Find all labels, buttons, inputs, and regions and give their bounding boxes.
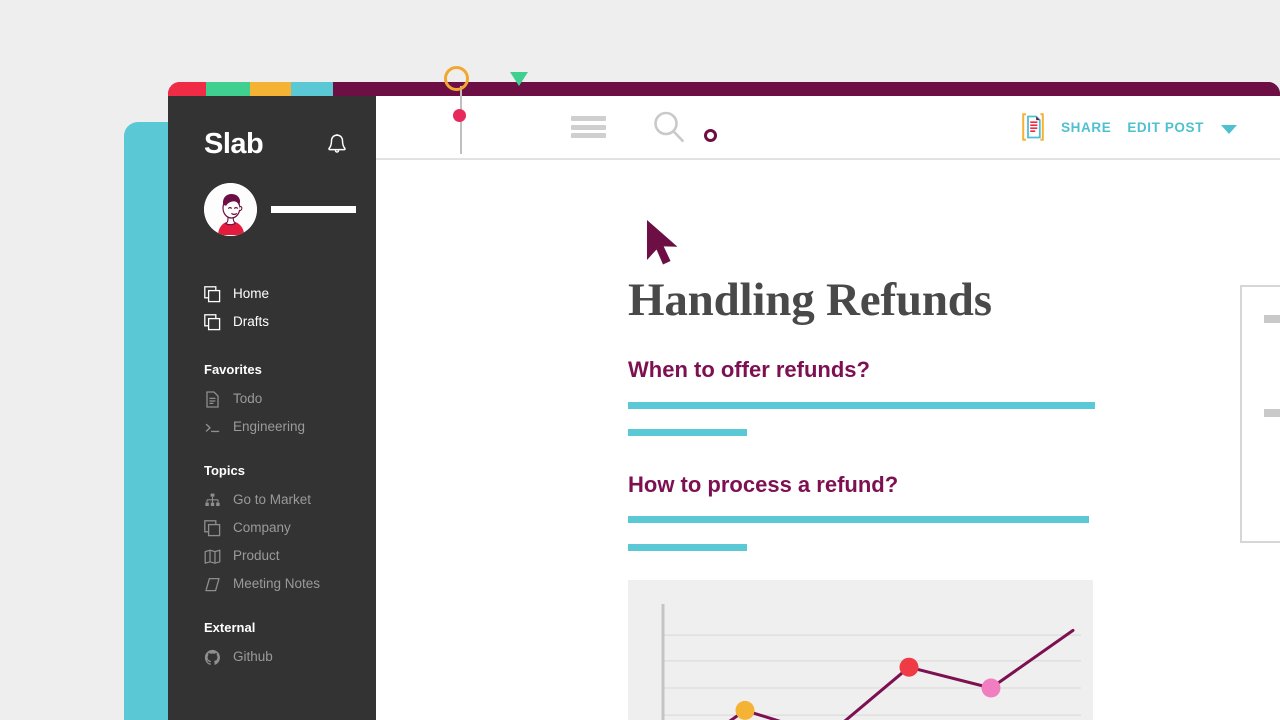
screen: Slab — [0, 0, 1280, 720]
copy-icon — [204, 314, 221, 331]
window-color-strip — [168, 82, 1280, 96]
sidebar-section-external: External — [168, 620, 376, 635]
copy-icon — [204, 286, 221, 303]
sidebar-item-go-to-market[interactable]: Go to Market — [168, 486, 376, 514]
red-point — [900, 658, 919, 677]
sidebar-item-label: Drafts — [233, 315, 269, 329]
text-placeholder-line — [628, 429, 747, 436]
app-window: Slab — [168, 82, 1280, 720]
text-placeholder-line — [628, 402, 1095, 409]
sidebar-section-topics: Topics — [168, 463, 376, 478]
sidebar-item-engineering[interactable]: Engineering — [168, 413, 376, 441]
strip-segment-green — [206, 82, 250, 96]
chevron-down-icon[interactable] — [1220, 122, 1238, 133]
text-placeholder-line — [628, 516, 1089, 523]
edit-post-button[interactable]: EDIT POST — [1127, 120, 1204, 135]
annotation-dot-marker — [453, 109, 466, 122]
user-name-placeholder — [271, 206, 356, 213]
sidebar-item-github[interactable]: Github — [168, 643, 376, 671]
line-chart — [628, 580, 1093, 720]
copy-icon — [204, 520, 221, 537]
bell-icon[interactable] — [326, 133, 348, 157]
sidebar-item-label: Home — [233, 287, 269, 301]
sidebar-item-home[interactable]: Home — [168, 280, 376, 308]
strip-segment-cyan — [291, 82, 333, 96]
sidebar-item-label: Company — [233, 521, 291, 535]
orange-point — [736, 701, 755, 720]
outline-line — [1264, 315, 1280, 323]
sidebar-item-todo[interactable]: Todo — [168, 385, 376, 413]
user-profile[interactable] — [168, 159, 376, 236]
section-heading: How to process a refund? — [628, 472, 898, 498]
annotation-triangle-marker — [510, 72, 528, 86]
section-heading: When to offer refunds? — [628, 357, 870, 383]
strip-segment-red — [168, 82, 206, 96]
sidebar-item-label: Go to Market — [233, 493, 311, 507]
document-outline-preview[interactable] — [1240, 285, 1280, 543]
chart-card — [628, 580, 1093, 720]
sitemap-icon — [204, 492, 221, 509]
avatar — [204, 183, 257, 236]
strip-segment-orange — [250, 82, 291, 96]
sidebar-item-label: Product — [233, 549, 280, 563]
map-icon — [204, 548, 221, 565]
chart-line-series — [663, 630, 1073, 720]
page-title: Handling Refunds — [628, 273, 992, 327]
document-icon — [204, 391, 221, 408]
sidebar-item-meeting-notes[interactable]: Meeting Notes — [168, 570, 376, 598]
sidebar-item-product[interactable]: Product — [168, 542, 376, 570]
document-share-icon[interactable] — [1021, 113, 1045, 141]
sidebar-item-label: Github — [233, 650, 273, 664]
strip-segment-maroon — [333, 82, 1280, 96]
sidebar-item-label: Meeting Notes — [233, 577, 320, 591]
outline-line — [1264, 409, 1280, 417]
main-area: SHARE EDIT POST Handling Refunds When to… — [376, 96, 1280, 720]
github-icon — [204, 649, 221, 666]
circle-outline-icon[interactable] — [704, 129, 717, 142]
sidebar-nav: Home Drafts Favorites — [168, 236, 376, 671]
sidebar-item-label: Engineering — [233, 420, 305, 434]
share-button[interactable]: SHARE — [1061, 120, 1111, 135]
sidebar-item-drafts[interactable]: Drafts — [168, 308, 376, 336]
toolbar: SHARE EDIT POST — [376, 96, 1280, 160]
document-body: Handling Refunds When to offer refunds? … — [376, 160, 1280, 720]
pink-point — [982, 679, 1001, 698]
hamburger-menu-icon[interactable] — [571, 116, 606, 138]
mouse-pointer-icon — [644, 218, 686, 268]
text-placeholder-line — [628, 544, 747, 551]
sidebar-item-company[interactable]: Company — [168, 514, 376, 542]
terminal-icon — [204, 419, 221, 436]
annotation-ring-marker — [444, 66, 469, 91]
toolbar-actions: SHARE EDIT POST — [1021, 96, 1238, 158]
sidebar-item-label: Todo — [233, 392, 262, 406]
sidebar-section-favorites: Favorites — [168, 362, 376, 377]
app-logo: Slab — [204, 130, 263, 159]
sidebar-header: Slab — [168, 96, 376, 159]
sidebar: Slab — [168, 96, 376, 720]
note-icon — [204, 576, 221, 593]
search-icon[interactable] — [652, 110, 686, 144]
